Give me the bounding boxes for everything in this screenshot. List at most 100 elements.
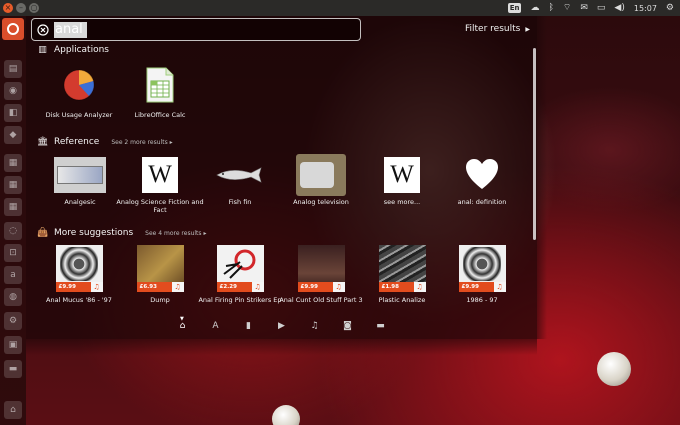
maximize-button[interactable]: ○ [29, 3, 39, 13]
launcher-item-software-center[interactable]: ⊡ [4, 244, 22, 262]
applications-icon: ▥ [38, 45, 47, 55]
launcher-item-terminal[interactable]: ▬ [4, 360, 22, 378]
music-note-icon: ♫ [332, 282, 345, 292]
music-note-icon: ♫ [171, 282, 184, 292]
launcher-item-trash[interactable]: ⌂ [4, 401, 22, 419]
minimize-button[interactable]: – [16, 3, 26, 13]
result-label: 1986 - 97 [466, 296, 498, 304]
result-anal-firing-pin-strikers[interactable]: £2.29 ♫ Anal Firing Pin Strikers Ep [195, 245, 285, 304]
lens-files[interactable]: ▮ [243, 321, 254, 332]
wifi-icon[interactable]: ⌔ [563, 0, 571, 16]
lens-video[interactable]: ▶ [276, 321, 287, 332]
result-label: Anal Mucus '86 - '97 [46, 296, 112, 304]
result-anal-definition[interactable]: anal: definition [437, 157, 527, 206]
result-libreoffice-calc[interactable]: LibreOffice Calc [115, 67, 205, 119]
window-controls: × – ○ [3, 3, 39, 13]
speech-bubble-icon: ▬ [376, 321, 385, 331]
search-clear-icon[interactable] [37, 23, 49, 36]
lens-social[interactable]: ▬ [375, 321, 386, 332]
album-art [463, 246, 501, 281]
music-note-icon: ♫ [493, 282, 506, 292]
launcher-item-browser[interactable]: ◉ [4, 82, 22, 100]
lens-home[interactable]: ▼ ⌂ [177, 316, 188, 332]
result-analog-science-fiction[interactable]: W Analog Science Fiction and Fact [115, 157, 205, 214]
result-see-more[interactable]: W see more... [357, 157, 447, 206]
see-more-results-link[interactable]: See 4 more results ▸ [145, 230, 206, 237]
album-cover: £9.99 ♫ [297, 245, 345, 292]
top-panel: × – ○ En ☁ ᛒ ⌔ ✉ ▭ ◀) 15:07 ⚙ [0, 0, 680, 16]
dash-shadow-bottom [26, 339, 537, 355]
lens-photos[interactable]: ◙ [342, 321, 353, 332]
tv-screen [300, 162, 334, 188]
category-reference-header: 🏛 Reference See 2 more results ▸ [37, 137, 173, 147]
result-dump[interactable]: £6.93 ♫ Dump [115, 245, 205, 304]
launcher-item-calc[interactable]: ▦ [4, 176, 22, 194]
launcher-item-ubuntu-one[interactable]: ◌ [4, 222, 22, 240]
price-tag: £9.99 ♫ [297, 282, 345, 292]
price-tag: £9.99 ♫ [458, 282, 506, 292]
result-label: Fish fin [228, 198, 252, 206]
cloud-icon[interactable]: ☁ [530, 0, 539, 16]
music-note-icon: ♫ [90, 282, 103, 292]
results-scrollbar[interactable] [533, 48, 536, 240]
bluetooth-icon[interactable]: ᛒ [548, 0, 553, 16]
launcher-item-files[interactable]: ▤ [4, 60, 22, 78]
result-anal-cunt-old-stuff[interactable]: £9.99 ♫ Anal Cunt Old Stuff Part 3 [276, 245, 366, 304]
price-tag: £1.98 ♫ [378, 282, 426, 292]
launcher-item-system-settings[interactable]: ⚙ [4, 312, 22, 330]
result-1986-97[interactable]: £9.99 ♫ 1986 - 97 [437, 245, 527, 304]
launcher: ▤ ◉ ◧ ◆ ▦ ▦ ▦ ◌ ⊡ a ◍ ⚙ ▣ ▬ ⌂ [0, 16, 26, 425]
dash-shadow-right [537, 16, 547, 339]
launcher-item-impress[interactable]: ▦ [4, 198, 22, 216]
wallpaper-medal-right [597, 352, 631, 386]
launcher-item-writer[interactable]: ▦ [4, 154, 22, 172]
active-lens-indicator: ▼ [180, 316, 184, 322]
category-title: More suggestions [54, 228, 134, 238]
result-analog-television[interactable]: Analog television [276, 154, 366, 206]
lens-bar: ▼ ⌂ A ▮ ▶ ♫ ◙ ▬ [26, 314, 537, 339]
search-input[interactable] [55, 21, 345, 38]
result-label: Analog Science Fiction and Fact [116, 198, 204, 214]
battery-icon[interactable]: ▭ [597, 0, 606, 16]
filter-results-label: Filter results [465, 24, 521, 34]
launcher-item-amazon[interactable]: a [4, 266, 22, 284]
album-art [223, 249, 256, 279]
launcher-item-settings[interactable]: ◆ [4, 126, 22, 144]
television-image [296, 154, 346, 196]
shopping-bag-icon: 👜 [37, 228, 49, 238]
lens-music[interactable]: ♫ [309, 321, 320, 332]
price: £2.29 [216, 282, 252, 292]
price: £9.99 [297, 282, 333, 292]
see-more-results-link[interactable]: See 2 more results ▸ [111, 139, 172, 146]
filter-results-button[interactable]: Filter results ▶ [465, 24, 530, 34]
keyboard-layout-indicator[interactable]: En [507, 3, 522, 13]
result-analgesic[interactable]: Analgesic [35, 157, 125, 206]
heart-icon [464, 157, 500, 193]
price-tag: £6.93 ♫ [136, 282, 184, 292]
result-disk-usage-analyzer[interactable]: Disk Usage Analyzer [34, 67, 124, 119]
launcher-item-ubuntu-one-music[interactable]: ◍ [4, 288, 22, 306]
mail-icon[interactable]: ✉ [580, 0, 588, 16]
clock[interactable]: 15:07 [634, 4, 657, 13]
result-plastic-analize[interactable]: £1.98 ♫ Plastic Analize [357, 245, 447, 304]
pill-package-image [54, 157, 106, 193]
lens-applications[interactable]: A [210, 321, 221, 332]
price: £9.99 [458, 282, 494, 292]
reference-building-icon: 🏛 [37, 137, 49, 147]
album-cover: £9.99 ♫ [458, 245, 506, 292]
price-tag: £9.99 ♫ [55, 282, 103, 292]
volume-icon[interactable]: ◀) [614, 0, 624, 16]
result-anal-mucus[interactable]: £9.99 ♫ Anal Mucus '86 - '97 [34, 245, 124, 304]
category-title: Applications [54, 45, 109, 55]
launcher-item-software[interactable]: ◧ [4, 104, 22, 122]
pie-chart-icon [61, 67, 97, 103]
search-field[interactable] [31, 18, 361, 41]
package-box [57, 166, 103, 184]
dash-home-button[interactable] [2, 18, 24, 40]
video-icon: ▶ [278, 321, 285, 331]
result-fish-fin[interactable]: Fish fin [195, 157, 285, 206]
category-suggestions-header: 👜 More suggestions See 4 more results ▸ [37, 228, 206, 238]
launcher-item-workspaces[interactable]: ▣ [4, 336, 22, 354]
power-gear-icon[interactable]: ⚙ [666, 0, 674, 16]
close-button[interactable]: × [3, 3, 13, 13]
